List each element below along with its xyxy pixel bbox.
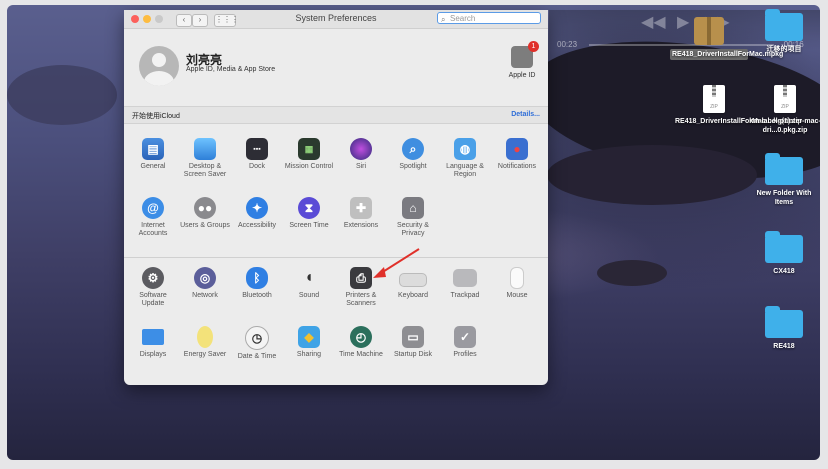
minimize-button[interactable] (143, 15, 151, 23)
zip-icon: ZIP (774, 85, 796, 113)
window-title: System Preferences (295, 13, 377, 23)
desktop-item-re418[interactable]: RE418 (754, 306, 814, 351)
globe-icon: ◍ (454, 138, 476, 160)
rewind-icon[interactable]: ◀◀ (641, 12, 666, 32)
spotlight-icon: ⌕ (402, 138, 424, 160)
lightbulb-icon (197, 326, 213, 348)
folder-icon (765, 306, 803, 338)
pref-general[interactable]: ▤ General (127, 138, 179, 171)
puzzle-icon: ✚ (350, 197, 372, 219)
siri-icon (350, 138, 372, 160)
icloud-text: 开始使用iCloud (132, 113, 180, 120)
desktop-item-zip1[interactable]: ZIP RE418_DriverInstallForMac....kg(1).z… (675, 85, 802, 126)
pref-dock[interactable]: ▪▪▪ Dock (231, 138, 283, 171)
user-subtitle: Apple ID, Media & App Store (186, 66, 276, 73)
pref-screen-time[interactable]: ⧗ Screen Time (283, 197, 335, 230)
pref-extensions[interactable]: ✚ Extensions (335, 197, 387, 230)
time-machine-icon: ◴ (350, 326, 372, 348)
apple-id-pane[interactable]: 1 Apple ID (500, 41, 544, 79)
mouse-icon (510, 267, 524, 289)
pref-desktop-screen-saver[interactable]: Desktop & Screen Saver (179, 138, 231, 179)
close-button[interactable] (131, 15, 139, 23)
icloud-banner: 开始使用iCloud Details... (124, 106, 548, 124)
display-icon (142, 329, 164, 345)
desktop-background: 00:23 -00:16 ◀◀ ▶ ▶▶ 迁移的项目 RE418_DriverI… (7, 5, 820, 460)
mission-control-icon: ▦ (298, 138, 320, 160)
search-input[interactable]: ⌕ Search (437, 12, 541, 24)
pref-mission-control[interactable]: ▦ Mission Control (283, 138, 335, 171)
network-icon: ◎ (194, 267, 216, 289)
clock-icon: ◷ (245, 326, 269, 350)
desktop-item-pkg[interactable]: RE418_DriverInstallForMac.mpkg (670, 17, 783, 60)
desktop-item-migrated[interactable]: 迁移的项目 (754, 9, 814, 54)
pref-mouse[interactable]: Mouse (491, 267, 543, 300)
pref-energy-saver[interactable]: Energy Saver (179, 326, 231, 359)
pref-sound[interactable]: ◖ Sound (283, 267, 335, 300)
cliff-shape (547, 145, 757, 205)
title-bar: ‹ › ⋮⋮⋮ System Preferences ⌕ Search (124, 10, 548, 29)
pref-siri[interactable]: Siri (335, 138, 387, 171)
pref-software-update[interactable]: ⚙ Software Update (127, 267, 179, 308)
hourglass-icon: ⧗ (298, 197, 320, 219)
apple-id-header: 刘亮亮 Apple ID, Media & App Store 1 Apple … (124, 29, 548, 105)
forward-button[interactable]: › (192, 14, 208, 27)
zip-icon: ZIP (703, 85, 725, 113)
pref-displays[interactable]: Displays (127, 326, 179, 359)
show-all-grid-icon[interactable]: ⋮⋮⋮ (214, 14, 239, 27)
pref-spotlight[interactable]: ⌕ Spotlight (387, 138, 439, 171)
sharing-icon: ◆ (298, 326, 320, 348)
checkmark-badge-icon: ✓ (454, 326, 476, 348)
bluetooth-icon: ᛒ (246, 267, 268, 289)
users-icon: ●● (194, 197, 216, 219)
search-icon: ⌕ (441, 15, 446, 24)
annotation-arrow-icon (373, 248, 420, 278)
hill-shape (7, 65, 117, 125)
general-icon: ▤ (142, 138, 164, 160)
avatar[interactable] (139, 46, 179, 86)
pref-internet-accounts[interactable]: @ Internet Accounts (127, 197, 179, 238)
pref-network[interactable]: ◎ Network (179, 267, 231, 300)
zoom-button[interactable] (155, 15, 163, 23)
pref-security-privacy[interactable]: ⌂ Security & Privacy (387, 197, 439, 238)
desktop-item-zip2[interactable]: ZIP km-label-printer-mac-dri...0.pkg.zip (749, 85, 820, 135)
pref-profiles[interactable]: ✓ Profiles (439, 326, 491, 359)
desktop-item-new-folder[interactable]: New Folder With Items (747, 153, 820, 207)
trackpad-icon (453, 269, 477, 287)
pref-sharing[interactable]: ◆ Sharing (283, 326, 335, 359)
folder-icon (765, 153, 803, 185)
pref-notifications[interactable]: ● Notifications (491, 138, 543, 171)
package-icon (694, 17, 724, 45)
back-button[interactable]: ‹ (176, 14, 192, 27)
at-icon: @ (142, 197, 164, 219)
video-time-elapsed: 00:23 (557, 40, 578, 49)
gear-icon: ⚙ (142, 267, 164, 289)
pref-language-region[interactable]: ◍ Language & Region (439, 138, 491, 179)
pref-time-machine[interactable]: ◴ Time Machine (335, 326, 387, 359)
house-lock-icon: ⌂ (402, 197, 424, 219)
icloud-details-link[interactable]: Details... (511, 111, 540, 118)
accessibility-icon: ✦ (246, 197, 268, 219)
speaker-icon: ◖ (304, 269, 314, 286)
folder-icon (765, 231, 803, 263)
desktop-icon (194, 138, 216, 160)
pref-trackpad[interactable]: Trackpad (439, 267, 491, 300)
pref-startup-disk[interactable]: ▭ Startup Disk (387, 326, 439, 359)
pref-date-time[interactable]: ◷ Date & Time (231, 326, 283, 361)
folder-icon (765, 9, 803, 41)
disk-icon: ▭ (402, 326, 424, 348)
pref-bluetooth[interactable]: ᛒ Bluetooth (231, 267, 283, 300)
section-divider (124, 257, 548, 258)
island-shape (597, 260, 667, 286)
notifications-icon: ● (506, 138, 528, 160)
pref-accessibility[interactable]: ✦ Accessibility (231, 197, 283, 230)
dock-icon: ▪▪▪ (246, 138, 268, 160)
apple-icon: 1 (511, 41, 539, 68)
desktop-item-cx418[interactable]: CX418 (754, 231, 814, 276)
system-preferences-window: ‹ › ⋮⋮⋮ System Preferences ⌕ Search 刘亮亮 A… (124, 10, 548, 385)
notification-badge: 1 (528, 41, 539, 52)
pref-users-groups[interactable]: ●● Users & Groups (179, 197, 231, 230)
